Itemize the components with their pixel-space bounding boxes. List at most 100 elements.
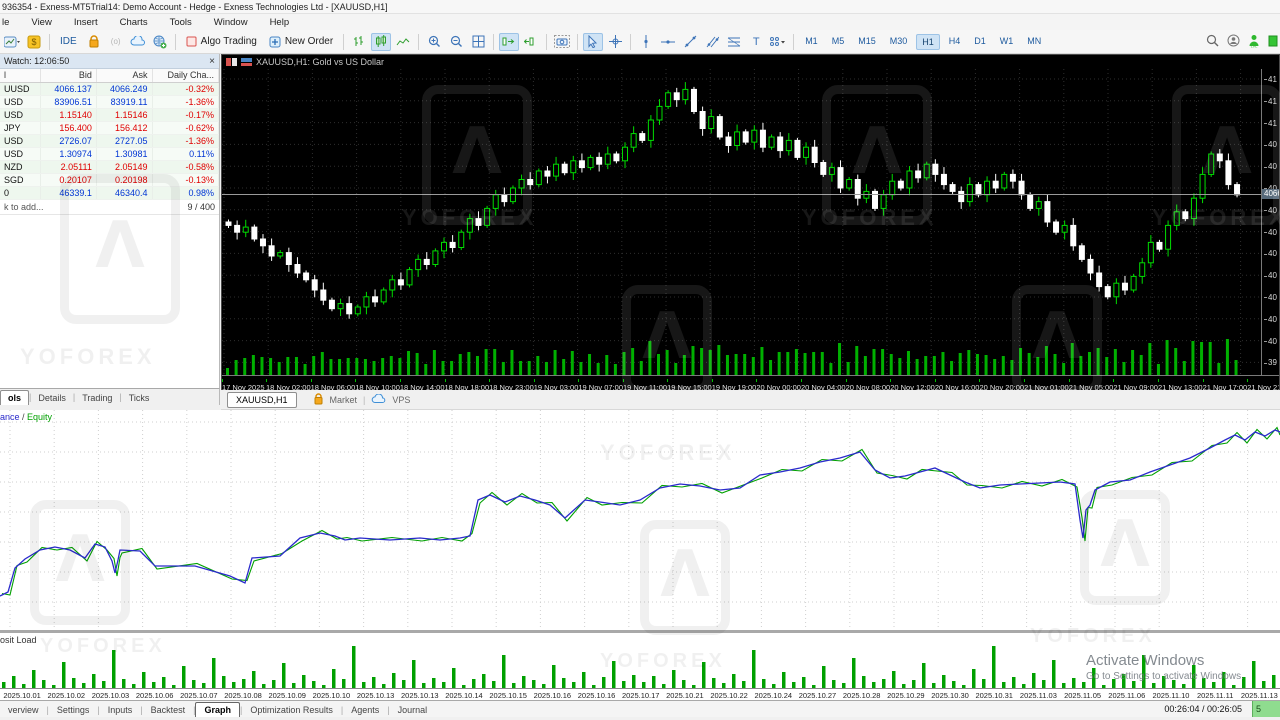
vertical-line-tool-icon[interactable] (636, 33, 656, 51)
timeframe-mn[interactable]: MN (1022, 34, 1046, 50)
bid-cell: 1.30974 (40, 147, 97, 161)
fibonacci-tool-icon[interactable] (724, 33, 744, 51)
price-axis-label: 40 (1264, 293, 1279, 302)
market-watch-row[interactable]: USD 1.30974 1.30981 0.11% (0, 147, 220, 161)
menu-item-tools[interactable]: Tools (159, 15, 203, 30)
column-header[interactable]: Daily Cha... (152, 69, 220, 83)
community-globe-icon[interactable] (150, 33, 170, 51)
column-header[interactable]: Ask (96, 69, 153, 83)
time-axis[interactable]: 17 Nov 2025 18 Nov 02:00 18 Nov 06:00 18 No… (222, 375, 1279, 390)
tester-tab-inputs[interactable]: Inputs (100, 703, 141, 717)
help-profile-icon[interactable] (1227, 34, 1240, 49)
menu-item-help[interactable]: Help (259, 15, 301, 30)
market-watch-row[interactable]: NZD 2.05111 2.05149 -0.58% (0, 160, 220, 174)
close-icon[interactable]: × (209, 56, 215, 67)
mql5-community-icon[interactable]: LVL (1248, 34, 1260, 50)
symbol-cell[interactable]: USD (0, 147, 42, 161)
market-watch-tab-ols[interactable]: ols (0, 390, 30, 405)
timeframe-m1[interactable]: M1 (800, 34, 823, 50)
chart-shift-icon[interactable] (521, 33, 541, 51)
timeframe-w1[interactable]: W1 (995, 34, 1019, 50)
algo-trading-button[interactable]: Algo Trading (181, 33, 262, 51)
horizontal-line-tool-icon[interactable] (658, 33, 678, 51)
new-order-button[interactable]: New Order (264, 33, 338, 51)
timeframe-h4[interactable]: H4 (944, 34, 966, 50)
balance-equity-chart[interactable] (0, 410, 1280, 630)
market-watch-row[interactable]: SGD 0.20107 0.20198 -0.13% (0, 173, 220, 187)
market-watch-tab-details[interactable]: Details (31, 391, 73, 405)
auto-scroll-icon[interactable] (499, 32, 520, 51)
symbol-cell[interactable]: UUSD (0, 82, 42, 96)
tester-tab-journal[interactable]: Journal (390, 703, 436, 717)
market-watch-row[interactable]: USD 2726.07 2727.05 -1.36% (0, 134, 220, 148)
cursor-icon[interactable] (583, 32, 604, 51)
market-watch-row[interactable]: USD 83906.51 83919.11 -1.36% (0, 95, 220, 109)
symbol-cell[interactable]: JPY (0, 121, 42, 135)
column-header[interactable]: l (0, 69, 42, 83)
price-axis[interactable]: 41414140404040404040404040394066.24 (1261, 69, 1279, 375)
tester-tab-graph[interactable]: Graph (195, 702, 240, 717)
signal-icon[interactable]: (o) (106, 33, 126, 51)
depth-of-market-icon[interactable] (241, 58, 252, 66)
symbol-cell[interactable]: USD (0, 134, 42, 148)
market-watch-row[interactable]: JPY 156.400 156.412 -0.62% (0, 121, 220, 135)
bar-chart-mode-icon[interactable] (349, 33, 369, 51)
tester-tab-verview[interactable]: verview (0, 703, 47, 717)
menu-item-le[interactable]: le (0, 15, 20, 30)
one-click-trading-icon[interactable] (226, 58, 237, 66)
crosshair-icon[interactable] (605, 33, 625, 51)
market-watch-row[interactable]: USD 1.15140 1.15146 -0.17% (0, 108, 220, 122)
tile-windows-icon[interactable] (468, 33, 488, 51)
zoom-out-icon[interactable] (446, 33, 466, 51)
market-tab[interactable]: Market (330, 395, 358, 405)
trendline-tool-icon[interactable] (680, 33, 700, 51)
timeframe-d1[interactable]: D1 (969, 34, 991, 50)
title-bar[interactable]: 936354 - Exness-MT5Trial14: Demo Account… (0, 0, 1280, 14)
tester-tab-agents[interactable]: Agents (343, 703, 387, 717)
panel-splitter[interactable] (0, 630, 1280, 633)
shapes-tool-icon[interactable] (768, 33, 788, 51)
click-to-add[interactable]: k to add... (4, 202, 44, 212)
search-icon[interactable] (1206, 34, 1219, 49)
chart-tab-xauusd-h1[interactable]: XAUUSD,H1 (227, 391, 297, 408)
timeframe-m5[interactable]: M5 (827, 34, 850, 50)
timeframe-m30[interactable]: M30 (885, 34, 913, 50)
menu-item-insert[interactable]: Insert (63, 15, 109, 30)
profile-dollar-icon[interactable]: $ (24, 33, 44, 51)
tester-tab-settings[interactable]: Settings (49, 703, 98, 717)
connection-status-icon[interactable] (1268, 34, 1278, 49)
price-axis-label: 40 (1264, 228, 1279, 237)
market-watch-columns[interactable]: l Bid Ask Daily Cha... (0, 69, 220, 83)
text-tool-icon[interactable]: T (746, 33, 766, 51)
menu-item-charts[interactable]: Charts (109, 15, 159, 30)
zoom-in-icon[interactable] (424, 33, 444, 51)
candlestick-mode-icon[interactable] (371, 32, 392, 51)
timeframe-m15[interactable]: M15 (853, 34, 881, 50)
line-chart-mode-icon[interactable] (393, 33, 413, 51)
market-watch-tab-ticks[interactable]: Ticks (122, 391, 157, 405)
tester-tab-backtest[interactable]: Backtest (143, 703, 194, 717)
symbol-cell[interactable]: 0 (0, 186, 42, 200)
market-watch-tab-trading[interactable]: Trading (75, 391, 119, 405)
tester-tab-optimization-results[interactable]: Optimization Results (242, 703, 341, 717)
timeframe-h1[interactable]: H1 (916, 33, 940, 50)
market-watch-row[interactable]: UUSD 4066.137 4066.249 -0.32% (0, 82, 220, 96)
ide-button[interactable]: IDE (55, 33, 82, 51)
symbol-cell[interactable]: NZD (0, 160, 42, 174)
new-chart-icon[interactable] (2, 33, 22, 51)
symbol-cell[interactable]: USD (0, 95, 42, 109)
candlestick-chart[interactable] (222, 69, 1261, 375)
vps-tab[interactable]: VPS (392, 395, 410, 405)
market-lock-icon[interactable] (84, 33, 104, 51)
market-watch-row[interactable]: 0 46339.1 46340.4 0.98% (0, 186, 220, 200)
symbol-cell[interactable]: USD (0, 108, 42, 122)
channel-tool-icon[interactable] (702, 33, 722, 51)
ask-cell: 2727.05 (96, 134, 153, 148)
menu-item-view[interactable]: View (20, 15, 62, 30)
column-header[interactable]: Bid (40, 69, 97, 83)
screenshot-camera-icon[interactable] (552, 33, 572, 51)
market-watch-header[interactable]: Watch: 12:06:50 × (0, 54, 219, 69)
menu-item-window[interactable]: Window (203, 15, 259, 30)
symbol-cell[interactable]: SGD (0, 173, 42, 187)
vps-cloud-icon[interactable] (128, 33, 148, 51)
